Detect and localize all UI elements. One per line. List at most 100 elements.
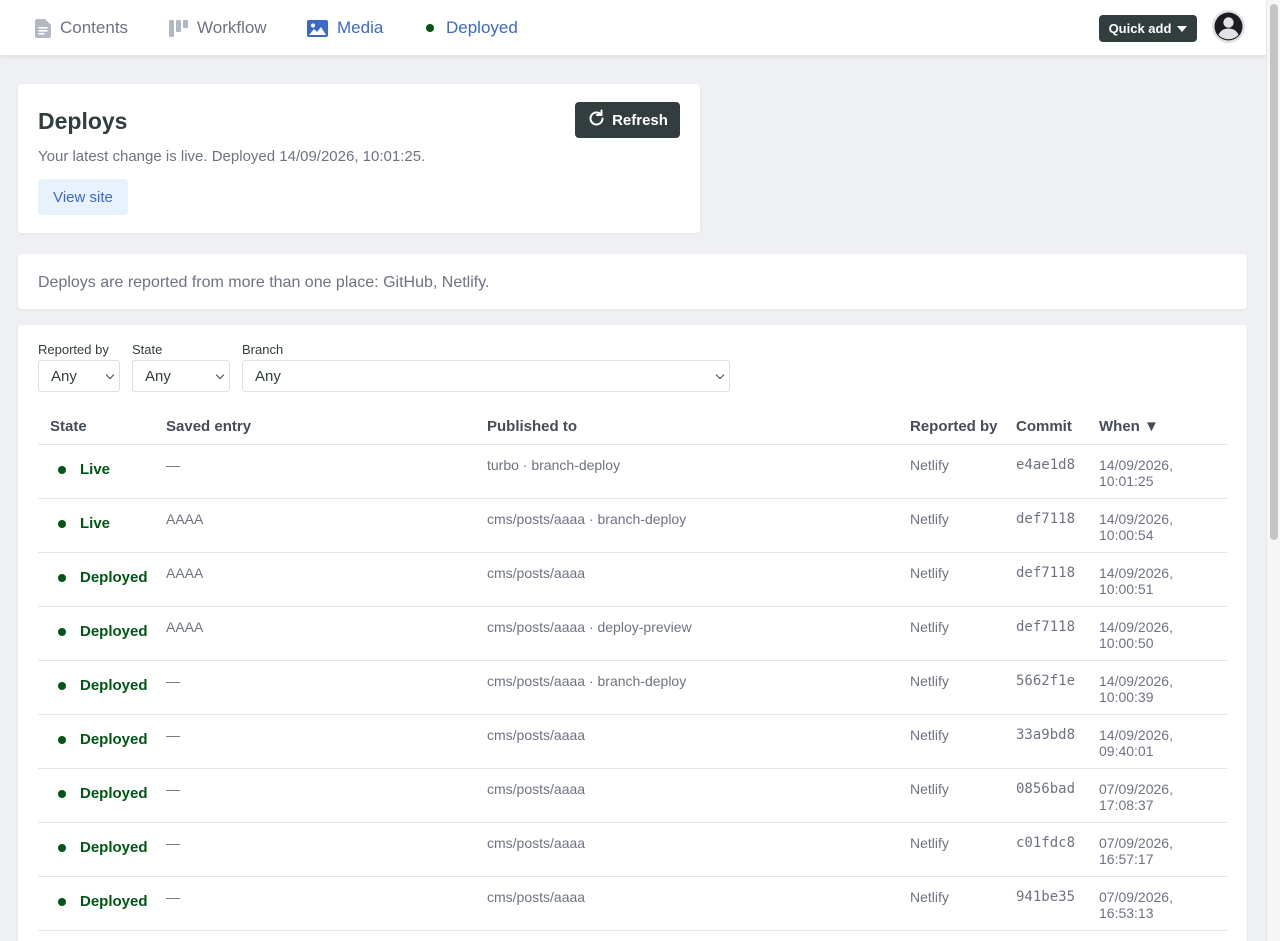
table-row[interactable]: Deployed — cms/posts/aaaa Netlify 0856ba… — [38, 769, 1227, 823]
page-title: Deploys — [38, 108, 128, 134]
saved-entry-cell[interactable]: AAAA — [166, 511, 203, 527]
when-cell: 14/09/2026, 10:00:50 — [1099, 619, 1173, 651]
reported-by-filter-label: Reported by — [38, 342, 109, 357]
status-dot-icon — [58, 681, 66, 690]
column-header-when[interactable]: When ▼ — [1099, 418, 1159, 435]
saved-entry-cell: — — [166, 673, 180, 689]
nav-item-deployed[interactable]: Deployed — [426, 0, 518, 56]
page-scrollbar[interactable] — [1266, 0, 1280, 941]
when-cell: 07/09/2026, 16:57:17 — [1099, 835, 1173, 867]
view-site-button[interactable]: View site — [38, 179, 128, 215]
branch-select[interactable]: Any — [242, 360, 730, 392]
reported-by-select[interactable]: Any — [38, 360, 120, 392]
refresh-label: Refresh — [612, 111, 668, 129]
table-row[interactable]: Deployed — cms/posts/aaaa Netlify c01fdc… — [38, 823, 1227, 877]
branch-select-value: Any — [255, 367, 281, 385]
status-dot-icon — [58, 519, 66, 528]
published-to-cell: cms/posts/aaaa · branch-deploy — [487, 511, 687, 527]
saved-entry-cell: — — [166, 889, 180, 905]
scrollbar-thumb[interactable] — [1270, 4, 1278, 540]
state-label: Deployed — [80, 677, 148, 694]
when-cell: 14/09/2026, 10:01:25 — [1099, 457, 1173, 489]
when-cell: 07/09/2026, 16:53:13 — [1099, 889, 1173, 921]
reported-by-cell: Netlify — [910, 457, 949, 473]
status-dot-icon — [58, 789, 66, 798]
saved-entry-cell: — — [166, 457, 180, 473]
nav-item-contents[interactable]: Contents — [35, 0, 128, 56]
column-header-state[interactable]: State — [50, 418, 87, 435]
table-row[interactable]: Live — turbo · branch-deploy Netlify e4a… — [38, 445, 1227, 499]
refresh-button[interactable]: Refresh — [575, 102, 680, 138]
state-label: Live — [80, 461, 111, 478]
state-label: Deployed — [80, 893, 148, 910]
when-cell: 14/09/2026, 10:00:51 — [1099, 565, 1173, 597]
status-dot-icon — [58, 897, 66, 906]
column-header-reported-by[interactable]: Reported by — [910, 418, 998, 435]
state-cell: Deployed — [58, 785, 148, 802]
saved-entry-cell[interactable]: AAAA — [166, 565, 203, 581]
column-header-saved-entry[interactable]: Saved entry — [166, 418, 251, 435]
commit-cell[interactable]: def7118 — [1016, 619, 1075, 635]
saved-entry-cell: — — [166, 835, 180, 851]
document-icon — [35, 18, 51, 38]
reported-by-cell: Netlify — [910, 781, 949, 797]
published-to-cell: turbo · branch-deploy — [487, 457, 621, 473]
reported-by-cell: Netlify — [910, 673, 949, 689]
nav-label-deployed: Deployed — [446, 18, 518, 37]
state-cell: Deployed — [58, 839, 148, 856]
reported-by-cell: Netlify — [910, 565, 949, 581]
table-row[interactable]: Deployed AAAA cms/posts/aaaa Netlify def… — [38, 553, 1227, 607]
workflow-icon — [169, 19, 188, 37]
table-row[interactable]: Deployed — cms/posts/aaaa Netlify 33a9bd… — [38, 715, 1227, 769]
table-row[interactable]: Live AAAA cms/posts/aaaa · branch-deploy… — [38, 499, 1227, 553]
state-filter-label: State — [132, 342, 163, 357]
reported-by-cell: Netlify — [910, 727, 949, 743]
status-dot-icon — [58, 573, 66, 582]
commit-cell[interactable]: 941be35 — [1016, 889, 1075, 905]
state-cell: Deployed — [58, 893, 148, 910]
commit-cell[interactable]: c01fdc8 — [1016, 835, 1075, 851]
info-card: Deploys are reported from more than one … — [18, 254, 1247, 309]
state-label: Deployed — [80, 731, 148, 748]
status-dot-icon — [58, 627, 66, 636]
reported-by-cell: Netlify — [910, 835, 949, 851]
branch-filter-label: Branch — [242, 342, 284, 357]
nav-item-workflow[interactable]: Workflow — [169, 0, 267, 56]
commit-cell[interactable]: def7118 — [1016, 565, 1075, 581]
saved-entry-cell: — — [166, 781, 180, 797]
commit-cell[interactable]: def7118 — [1016, 511, 1075, 527]
reported-by-cell: Netlify — [910, 889, 949, 905]
image-icon — [307, 19, 328, 37]
table-row[interactable]: Deployed — cms/posts/aaaa Netlify 941be3… — [38, 877, 1227, 931]
saved-entry-cell[interactable]: AAAA — [166, 619, 203, 635]
deploys-summary-card: Deploys Your latest change is live. Depl… — [18, 84, 700, 233]
chevron-down-icon — [105, 370, 115, 380]
commit-cell[interactable]: e4ae1d8 — [1016, 457, 1075, 473]
when-cell: 14/09/2026, 10:00:54 — [1099, 511, 1173, 543]
published-to-cell: cms/posts/aaaa · deploy-preview — [487, 619, 692, 635]
quick-add-button[interactable]: Quick add — [1099, 15, 1197, 42]
commit-cell[interactable]: 0856bad — [1016, 781, 1075, 797]
refresh-icon — [587, 109, 606, 132]
nav-label-contents: Contents — [60, 18, 129, 37]
avatar[interactable] — [1212, 10, 1245, 43]
state-select[interactable]: Any — [132, 360, 230, 392]
nav-item-media[interactable]: Media — [307, 0, 383, 56]
table-row[interactable]: Deployed — cms/posts/aaaa · branch-deplo… — [38, 661, 1227, 715]
status-dot-icon — [58, 735, 66, 744]
table-row[interactable]: Deployed AAAA cms/posts/aaaa · deploy-pr… — [38, 607, 1227, 661]
chevron-down-icon — [715, 370, 725, 380]
deploy-status-text: Your latest change is live. Deployed 14/… — [38, 148, 426, 165]
when-cell: 07/09/2026, 17:08:37 — [1099, 781, 1173, 813]
column-header-commit[interactable]: Commit — [1016, 418, 1072, 435]
user-icon — [1212, 10, 1245, 43]
published-to-cell: cms/posts/aaaa · branch-deploy — [487, 673, 687, 689]
commit-cell[interactable]: 33a9bd8 — [1016, 727, 1075, 743]
column-header-published-to[interactable]: Published to — [487, 418, 577, 435]
nav-label-media: Media — [337, 18, 384, 37]
state-select-value: Any — [145, 367, 171, 385]
commit-cell[interactable]: 5662f1e — [1016, 673, 1075, 689]
state-cell: Live — [58, 515, 110, 532]
nav-label-workflow: Workflow — [197, 18, 267, 37]
info-text: Deploys are reported from more than one … — [38, 274, 490, 291]
